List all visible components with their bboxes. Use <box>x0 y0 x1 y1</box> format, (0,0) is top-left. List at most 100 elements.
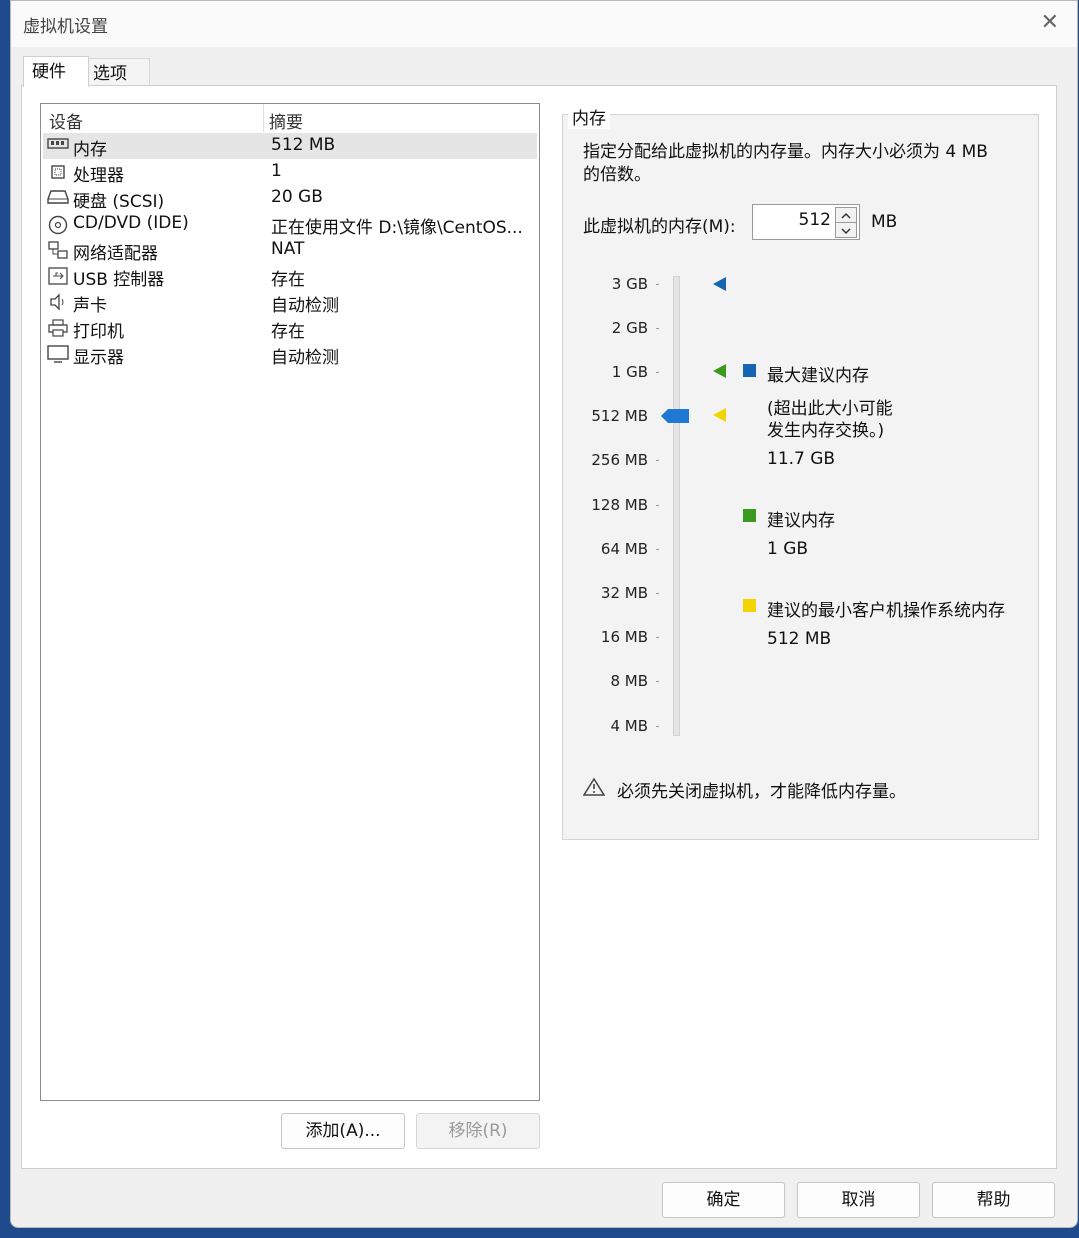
title-bar: 虚拟机设置 ✕ <box>11 1 1077 47</box>
memory-spinbox: 512 <box>752 204 860 240</box>
device-name: USB 控制器 <box>73 270 165 290</box>
scale-tick <box>656 593 659 594</box>
spin-down-button[interactable] <box>835 222 857 238</box>
device-row-usb[interactable]: USB 控制器 存在 <box>43 263 537 290</box>
device-row-harddisk[interactable]: 硬盘 (SCSI) 20 GB <box>43 185 537 212</box>
memory-value-input[interactable]: 512 <box>799 210 831 230</box>
scale-tick <box>656 637 659 638</box>
memory-slider-thumb[interactable] <box>661 408 691 428</box>
scale-label-1gb: 1 GB <box>611 363 648 381</box>
scale-label-2gb: 2 GB <box>611 319 648 337</box>
device-name: 硬盘 (SCSI) <box>73 192 165 212</box>
display-icon <box>47 345 69 363</box>
processor-icon <box>47 163 69 181</box>
scale-tick <box>656 549 659 550</box>
device-list[interactable]: 设备 摘要 内存 512 MB 处理器 1 硬盘 (SCSI) 20 GB CD… <box>40 103 540 1101</box>
scale-label-32mb: 32 MB <box>600 584 648 602</box>
device-name: 处理器 <box>73 166 124 186</box>
device-row-printer[interactable]: 打印机 存在 <box>43 315 537 342</box>
add-label: 添加(A)... <box>305 1121 381 1141</box>
recommended-legend-value: 1 GB <box>767 539 809 559</box>
recommended-legend-swatch <box>743 509 756 522</box>
device-summary: 512 MB <box>271 135 336 155</box>
device-name: 打印机 <box>73 322 124 342</box>
cancel-label: 取消 <box>841 1190 876 1210</box>
device-row-cd-dvd[interactable]: CD/DVD (IDE) 正在使用文件 D:\镜像\CentOS... <box>43 211 537 238</box>
device-row-network[interactable]: 网络适配器 NAT <box>43 237 537 264</box>
scale-label-16mb: 16 MB <box>600 628 648 646</box>
cd-dvd-icon <box>47 215 69 235</box>
max-marker-top-icon <box>713 277 726 291</box>
memory-slider-track[interactable] <box>673 276 680 736</box>
help-button[interactable]: 帮助 <box>932 1182 1055 1218</box>
remove-label: 移除(R) <box>448 1121 508 1141</box>
column-header-summary[interactable]: 摘要 <box>269 108 303 133</box>
scale-tick <box>656 681 659 682</box>
memory-group-title: 内存 <box>568 104 610 129</box>
scale-label-512mb: 512 MB <box>591 407 648 425</box>
device-summary: 正在使用文件 D:\镜像\CentOS... <box>271 218 523 238</box>
tab-label: 硬件 <box>32 62 66 82</box>
scale-label-4mb: 4 MB <box>610 717 648 735</box>
device-name: 网络适配器 <box>73 244 158 264</box>
max-legend-value: 11.7 GB <box>767 449 836 469</box>
printer-icon <box>47 319 69 337</box>
warning-text: 必须先关闭虚拟机，才能降低内存量。 <box>617 782 906 802</box>
help-label: 帮助 <box>976 1190 1011 1210</box>
device-row-display[interactable]: 显示器 自动检测 <box>43 341 537 368</box>
window-title: 虚拟机设置 <box>23 17 108 37</box>
scale-tick <box>656 328 659 329</box>
device-summary: 自动检测 <box>271 348 339 368</box>
min-guest-legend-value: 512 MB <box>767 629 832 649</box>
device-summary: 存在 <box>271 322 305 342</box>
tab-options[interactable]: 选项 <box>84 58 150 87</box>
close-icon[interactable]: ✕ <box>1041 9 1059 37</box>
memory-unit: MB <box>871 212 898 232</box>
max-legend-title: 最大建议内存 <box>767 366 869 386</box>
chevron-up-icon <box>841 212 851 219</box>
scale-tick <box>656 460 659 461</box>
column-divider[interactable] <box>263 104 264 132</box>
spin-up-button[interactable] <box>835 207 857 223</box>
scale-label-128mb: 128 MB <box>591 496 648 514</box>
add-device-button[interactable]: 添加(A)... <box>281 1113 405 1149</box>
memory-icon <box>47 137 69 155</box>
device-row-sound[interactable]: 声卡 自动检测 <box>43 289 537 316</box>
remove-device-button[interactable]: 移除(R) <box>416 1113 540 1149</box>
tab-hardware[interactable]: 硬件 <box>23 56 89 87</box>
min-guest-marker-icon <box>713 408 726 422</box>
sound-icon <box>47 293 69 311</box>
ok-button[interactable]: 确定 <box>662 1182 785 1218</box>
device-row-processor[interactable]: 处理器 1 <box>43 159 537 186</box>
device-summary: NAT <box>271 239 305 259</box>
scale-tick <box>656 505 659 506</box>
device-summary: 自动检测 <box>271 296 339 316</box>
device-summary: 存在 <box>271 270 305 290</box>
usb-icon <box>47 267 69 285</box>
scale-tick <box>656 284 659 285</box>
harddisk-icon <box>47 189 69 207</box>
scale-tick <box>656 372 659 373</box>
network-icon <box>47 241 69 259</box>
device-name: CD/DVD (IDE) <box>73 213 189 233</box>
scale-label-8mb: 8 MB <box>610 672 648 690</box>
memory-description-line2: 的倍数。 <box>583 165 651 185</box>
device-summary: 20 GB <box>271 187 323 207</box>
tab-label: 选项 <box>93 64 127 84</box>
ok-label: 确定 <box>706 1190 741 1210</box>
desktop-background <box>0 0 10 1238</box>
max-legend-note2: 发生内存交换。) <box>767 421 885 441</box>
device-row-memory[interactable]: 内存 512 MB <box>43 133 537 160</box>
min-guest-legend-swatch <box>743 599 756 612</box>
cancel-button[interactable]: 取消 <box>797 1182 920 1218</box>
recommended-marker-icon <box>713 364 726 378</box>
device-summary: 1 <box>271 161 282 181</box>
max-legend-swatch <box>743 364 756 377</box>
column-header-device[interactable]: 设备 <box>49 108 83 133</box>
scale-tick <box>656 726 659 727</box>
min-guest-legend-title: 建议的最小客户机操作系统内存 <box>767 601 1005 621</box>
scale-label-256mb: 256 MB <box>591 451 648 469</box>
device-name: 声卡 <box>73 296 107 316</box>
scale-label-3gb: 3 GB <box>611 275 648 293</box>
device-name: 显示器 <box>73 348 124 368</box>
